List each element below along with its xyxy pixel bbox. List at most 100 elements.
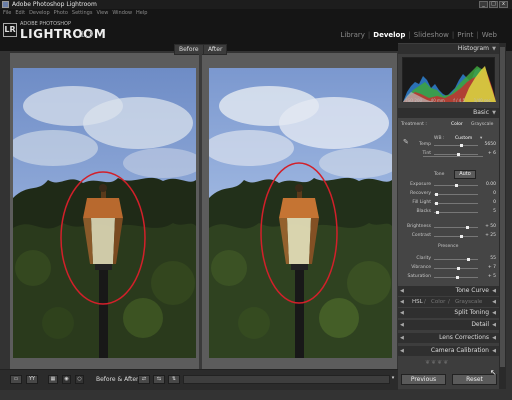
copy-before-to-after-icon[interactable]: ⇄ bbox=[138, 375, 150, 384]
slider-value[interactable]: + 25 bbox=[480, 233, 496, 238]
tone-curve-header[interactable]: ◀ Tone Curve ◀ bbox=[398, 286, 499, 296]
spot-removal-icon[interactable]: ○ bbox=[75, 375, 84, 384]
slider-handle[interactable] bbox=[456, 276, 459, 279]
basic-header[interactable]: Basic ▼ bbox=[398, 108, 499, 118]
menu-file[interactable]: File bbox=[3, 9, 11, 17]
slider-value[interactable]: 5650 bbox=[480, 142, 496, 147]
before-after-label: Before & After : bbox=[96, 376, 143, 383]
scrollbar-thumb[interactable] bbox=[500, 47, 505, 367]
slider-handle[interactable] bbox=[457, 267, 460, 270]
before-photo[interactable] bbox=[13, 68, 196, 358]
hsl-header[interactable]: ◀ HSL / Color / Grayscale ◀ bbox=[398, 297, 499, 307]
product-version: 1.3 bbox=[80, 30, 93, 39]
slider-handle[interactable] bbox=[460, 235, 463, 238]
slider-handle[interactable] bbox=[460, 144, 463, 147]
collapse-icon: ◀ bbox=[492, 299, 496, 305]
slider-track[interactable] bbox=[434, 268, 478, 269]
module-library[interactable]: Library bbox=[337, 31, 367, 39]
slider-handle[interactable] bbox=[435, 193, 438, 196]
treatment-color[interactable]: Color bbox=[451, 122, 463, 127]
collapse-icon: ▼ bbox=[492, 46, 496, 52]
slider-track[interactable] bbox=[434, 203, 478, 204]
maximize-button[interactable]: □ bbox=[489, 1, 498, 8]
hsl-tab[interactable]: HSL bbox=[412, 297, 423, 307]
slider-handle[interactable] bbox=[436, 211, 439, 214]
slider-track[interactable] bbox=[434, 154, 478, 155]
slider-label: Fill Light bbox=[412, 200, 431, 205]
copy-after-to-before-icon[interactable]: ⇆ bbox=[153, 375, 165, 384]
slider-label: Clarity bbox=[416, 256, 431, 261]
slider-value[interactable]: 0.00 bbox=[480, 182, 496, 187]
after-photo[interactable] bbox=[209, 68, 392, 358]
slider-value[interactable]: 5 bbox=[480, 209, 496, 214]
grayscale-tab[interactable]: Grayscale bbox=[455, 297, 482, 307]
histogram-header[interactable]: Histogram ▼ bbox=[398, 44, 499, 54]
module-web[interactable]: Web bbox=[479, 31, 500, 39]
basic-title: Basic bbox=[473, 109, 489, 116]
module-slideshow[interactable]: Slideshow bbox=[411, 31, 452, 39]
split-toning-title: Split Toning bbox=[454, 309, 489, 316]
lens-corrections-header[interactable]: ◀ Lens Corrections ◀ bbox=[398, 333, 499, 343]
menu-photo[interactable]: Photo bbox=[54, 9, 68, 17]
slider-value[interactable]: 55 bbox=[480, 256, 496, 261]
slider-track[interactable] bbox=[434, 212, 478, 213]
split-toning-header[interactable]: ◀ Split Toning ◀ bbox=[398, 308, 499, 318]
menu-develop[interactable]: Develop bbox=[29, 9, 50, 17]
menu-help[interactable]: Help bbox=[136, 9, 147, 17]
slider-value[interactable]: 0 bbox=[480, 200, 496, 205]
slider-label: Vibrance bbox=[411, 265, 431, 270]
panel-end-ornament: ❦❦❦❦ bbox=[425, 359, 450, 366]
slider-value[interactable]: + 5 bbox=[480, 274, 496, 279]
histogram bbox=[402, 57, 496, 102]
treatment-grayscale[interactable]: Grayscale bbox=[471, 122, 493, 127]
previous-button[interactable]: Previous bbox=[401, 374, 446, 385]
mouse-cursor-icon: ↖ bbox=[490, 368, 497, 377]
slider-track[interactable] bbox=[434, 227, 478, 228]
slider-handle[interactable] bbox=[467, 258, 470, 261]
color-tab[interactable]: Color bbox=[431, 297, 445, 307]
toolbar-menu-icon[interactable]: ▾ bbox=[390, 375, 396, 384]
menu-edit[interactable]: Edit bbox=[15, 9, 25, 17]
menu-bar: File Edit Develop Photo Settings View Wi… bbox=[0, 9, 512, 17]
auto-tone-button[interactable]: Auto bbox=[454, 170, 476, 179]
module-print[interactable]: Print bbox=[454, 31, 476, 39]
slider-handle[interactable] bbox=[466, 226, 469, 229]
slider-track[interactable] bbox=[434, 145, 478, 146]
slider-handle[interactable] bbox=[435, 202, 438, 205]
menu-view[interactable]: View bbox=[96, 9, 108, 17]
slider-handle[interactable] bbox=[455, 184, 458, 187]
product-name: LIGHTROOM bbox=[20, 27, 107, 41]
slider-track[interactable] bbox=[434, 236, 478, 237]
chevron-down-icon[interactable]: ▾ bbox=[480, 136, 482, 141]
detail-header[interactable]: ◀ Detail ◀ bbox=[398, 320, 499, 330]
module-develop[interactable]: Develop bbox=[370, 31, 408, 39]
menu-settings[interactable]: Settings bbox=[72, 9, 93, 17]
panel-scrollbar[interactable] bbox=[499, 43, 506, 389]
slider-label: Recovery bbox=[410, 191, 431, 196]
slider-value[interactable]: + 6 bbox=[480, 151, 496, 156]
loupe-view-icon[interactable]: ▭ bbox=[10, 375, 22, 384]
slider-track[interactable] bbox=[434, 259, 478, 260]
slider-track[interactable] bbox=[434, 194, 478, 195]
collapse-icon: ◀ bbox=[492, 310, 496, 316]
slider-handle[interactable] bbox=[457, 153, 460, 156]
slider-value[interactable]: 0 bbox=[480, 191, 496, 196]
close-button[interactable]: x bbox=[499, 1, 508, 8]
minimize-button[interactable]: _ bbox=[479, 1, 488, 8]
crop-icon[interactable]: ▦ bbox=[48, 375, 58, 384]
bottom-toolbar: ▭ YY ▦ ◉ ○ Before & After : ⇄ ⇆ ⇅ ▾ bbox=[0, 369, 398, 390]
tone-divider bbox=[423, 156, 483, 157]
before-after-view-icon[interactable]: YY bbox=[26, 375, 38, 384]
swap-before-after-icon[interactable]: ⇅ bbox=[168, 375, 180, 384]
toolbar-field bbox=[183, 375, 390, 384]
basic-panel: Treatment : Color Grayscale ✎ WB : Custo… bbox=[398, 118, 499, 286]
slider-label: Tint bbox=[422, 151, 431, 156]
red-eye-icon[interactable]: ◉ bbox=[62, 375, 71, 384]
camera-calibration-header[interactable]: ◀ Camera Calibration ◀ bbox=[398, 346, 499, 356]
menu-window[interactable]: Window bbox=[112, 9, 132, 17]
slider-value[interactable]: + 50 bbox=[480, 224, 496, 229]
histogram-title: Histogram bbox=[457, 45, 489, 52]
wb-select[interactable]: Custom bbox=[455, 136, 472, 141]
slider-value[interactable]: + 7 bbox=[480, 265, 496, 270]
presence-label: Presence bbox=[438, 244, 459, 249]
